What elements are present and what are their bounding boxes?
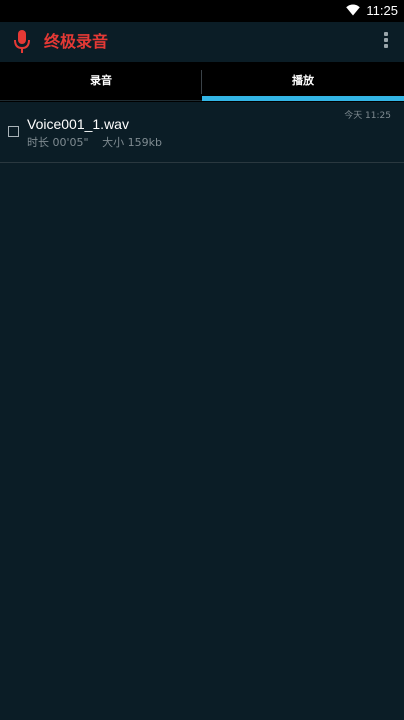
app-bar: 终极录音	[0, 22, 404, 62]
app-title: 终极录音	[44, 32, 109, 51]
list-divider	[0, 162, 404, 163]
status-bar: 11:25	[0, 0, 404, 22]
app-screen: 11:25 终极录音 录音 播放 Voice001_1.wav 时长 00'05…	[0, 0, 404, 720]
recording-duration: 时长 00'05"	[27, 136, 89, 149]
recording-meta: 时长 00'05" 大小 159kb	[27, 135, 162, 151]
tab-selected-indicator	[202, 96, 404, 101]
recording-list-item[interactable]: Voice001_1.wav 时长 00'05" 大小 159kb 今天 11:…	[0, 102, 404, 162]
recording-size: 大小 159kb	[102, 136, 162, 149]
status-time: 11:25	[366, 3, 398, 18]
wifi-icon	[346, 4, 360, 16]
microphone-icon	[14, 30, 30, 53]
recording-filename: Voice001_1.wav	[27, 116, 129, 132]
tab-record[interactable]: 录音	[0, 62, 202, 102]
recording-checkbox[interactable]	[8, 126, 19, 137]
recording-date: 今天 11:25	[344, 111, 391, 121]
more-vertical-icon[interactable]	[382, 32, 390, 52]
